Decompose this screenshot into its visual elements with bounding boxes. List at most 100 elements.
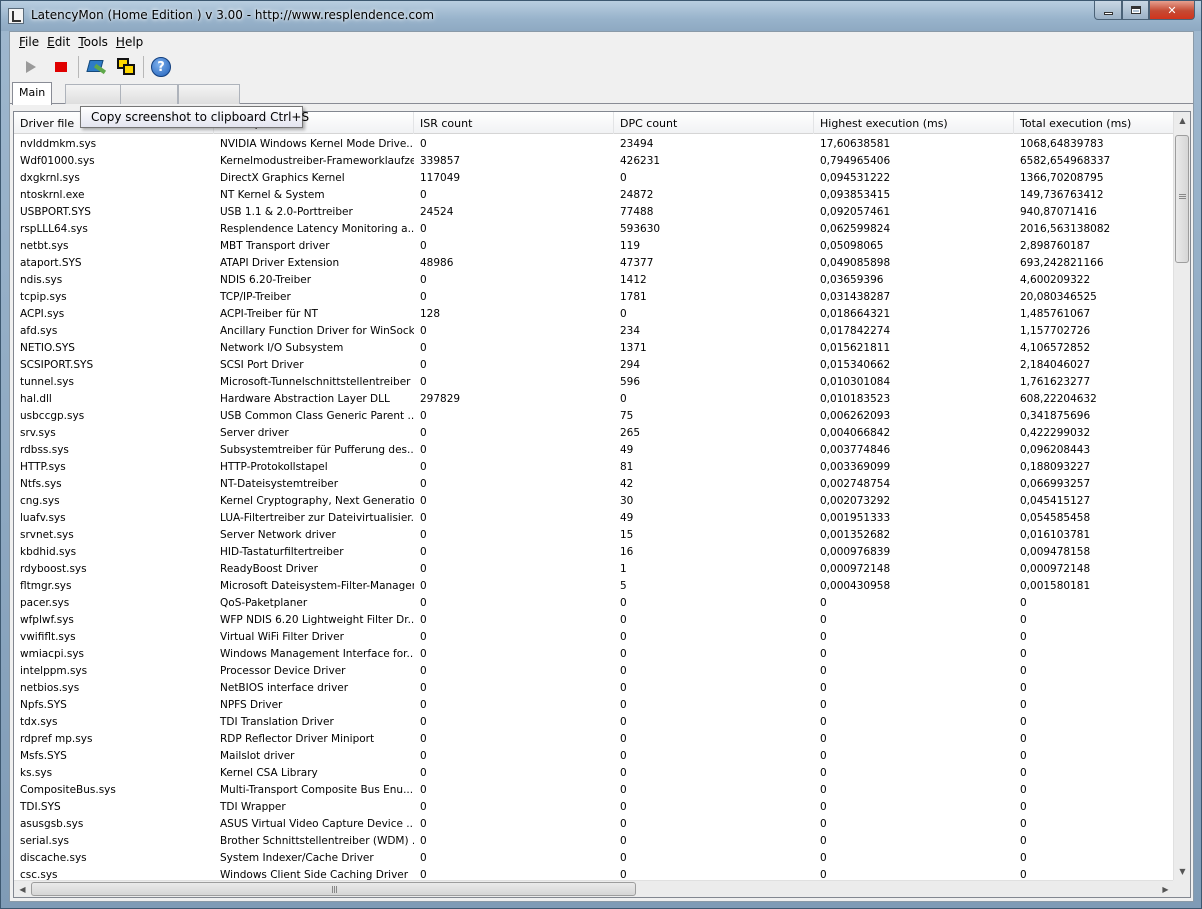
table-row[interactable]: ndis.sys NDIS 6.20-Treiber 0 1412 0,03659396… (14, 271, 1174, 288)
table-row[interactable]: Ntfs.sys NT-Dateisystemtreiber 0 42 0,002748… (14, 475, 1174, 492)
cell-dpc-count: 0 (620, 393, 627, 405)
toolbar: ? (10, 53, 1193, 81)
maximize-button[interactable] (1122, 1, 1149, 20)
cell-dpc-count: 0 (620, 597, 627, 609)
column-header-highest-execution[interactable]: Highest execution (ms) (814, 112, 1014, 134)
table-row[interactable]: kbdhid.sys HID-Tastaturfiltertreiber 0 16 0,… (14, 543, 1174, 560)
cell-driver-file: tdx.sys (20, 716, 58, 728)
cell-isr-count: 0 (420, 563, 427, 575)
table-row[interactable]: hal.dll Hardware Abstraction Layer DLL 297… (14, 390, 1174, 407)
cell-isr-count: 0 (420, 580, 427, 592)
table-row[interactable]: rdyboost.sys ReadyBoost Driver 0 1 0,0009721… (14, 560, 1174, 577)
scroll-up-icon[interactable]: ▲ (1174, 112, 1190, 129)
table-row[interactable]: vwififlt.sys Virtual WiFi Filter Driver 0 0… (14, 628, 1174, 645)
cell-highest-execution: 0,000972148 (820, 563, 891, 575)
table-row[interactable]: intelppm.sys Processor Device Driver 0 0 0 0 (14, 662, 1174, 679)
cell-highest-execution: 0 (820, 716, 827, 728)
menu-tools[interactable]: Tools (74, 32, 112, 52)
copy-screenshot-button[interactable] (113, 54, 139, 80)
start-button[interactable] (18, 54, 44, 80)
table-row[interactable]: srvnet.sys Server Network driver 0 15 0,0013… (14, 526, 1174, 543)
table-row[interactable]: serial.sys Brother Schnittstellentreiber … (14, 832, 1174, 849)
tab-processes[interactable] (120, 84, 178, 104)
cell-dpc-count: 16 (620, 546, 634, 558)
cell-driver-file: TDI.SYS (20, 801, 61, 813)
table-row[interactable]: wfplwf.sys WFP NDIS 6.20 Lightweight Filt… (14, 611, 1174, 628)
table-row[interactable]: pacer.sys QoS-Paketplaner 0 0 0 0 (14, 594, 1174, 611)
cell-highest-execution: 0,094531222 (820, 172, 891, 184)
tab-stats[interactable] (65, 84, 125, 104)
table-row[interactable]: ACPI.sys ACPI-Treiber für NT 128 0 0,0186643… (14, 305, 1174, 322)
stop-button[interactable] (48, 54, 74, 80)
scroll-right-icon[interactable]: ▶ (1157, 881, 1174, 897)
cell-total-execution: 0,341875696 (1020, 410, 1091, 422)
table-row[interactable]: usbccgp.sys USB Common Class Generic Pare… (14, 407, 1174, 424)
table-row[interactable]: tcpip.sys TCP/IP-Treiber 0 1781 0,031438287 2… (14, 288, 1174, 305)
cell-dpc-count: 0 (620, 733, 627, 745)
table-row[interactable]: afd.sys Ancillary Function Driver for Win… (14, 322, 1174, 339)
cell-dpc-count: 294 (620, 359, 641, 371)
table-row[interactable]: HTTP.sys HTTP-Protokollstapel 0 81 0,0033690… (14, 458, 1174, 475)
horizontal-scrollbar[interactable]: ◀ ▶ (14, 880, 1174, 897)
table-row[interactable]: USBPORT.SYS USB 1.1 & 2.0-Porttreiber 2452… (14, 203, 1174, 220)
tab-main[interactable]: Main (12, 82, 53, 105)
table-row[interactable]: dxgkrnl.sys DirectX Graphics Kernel 117049… (14, 169, 1174, 186)
cell-highest-execution: 0 (820, 767, 827, 779)
cell-description: Microsoft-Tunnelschnittstellentreiber (220, 376, 411, 388)
table-row[interactable]: Wdf01000.sys Kernelmodustreiber-Framework… (14, 152, 1174, 169)
cell-highest-execution: 0 (820, 784, 827, 796)
table-row[interactable]: ntoskrnl.exe NT Kernel & System 0 24872 0,09… (14, 186, 1174, 203)
tab-drivers[interactable] (178, 84, 240, 104)
help-button[interactable]: ? (148, 54, 174, 80)
table-row[interactable]: luafv.sys LUA-Filtertreiber zur Dateivirt… (14, 509, 1174, 526)
table-row[interactable]: netbios.sys NetBIOS interface driver 0 0 0 0 (14, 679, 1174, 696)
table-row[interactable]: fltmgr.sys Microsoft Dateisystem-Filter-M… (14, 577, 1174, 594)
table-row[interactable]: asusgsb.sys ASUS Virtual Video Capture De… (14, 815, 1174, 832)
table-row[interactable]: Msfs.SYS Mailslot driver 0 0 0 0 (14, 747, 1174, 764)
app-icon[interactable] (8, 8, 24, 24)
table-row[interactable]: cng.sys Kernel Cryptography, Next Generat… (14, 492, 1174, 509)
column-header-dpc-count[interactable]: DPC count (614, 112, 814, 134)
cell-driver-file: pacer.sys (20, 597, 70, 609)
table-row[interactable]: discache.sys System Indexer/Cache Driver 0… (14, 849, 1174, 866)
scroll-down-icon[interactable]: ▼ (1174, 863, 1190, 880)
vertical-scroll-thumb[interactable] (1175, 135, 1189, 263)
close-button[interactable]: ✕ (1149, 1, 1195, 20)
minimize-button[interactable] (1094, 1, 1122, 20)
tools-button[interactable] (83, 54, 109, 80)
menu-file[interactable]: File (15, 32, 43, 52)
cell-highest-execution: 0 (820, 869, 827, 880)
table-row[interactable]: SCSIPORT.SYS SCSI Port Driver 0 294 0,015340… (14, 356, 1174, 373)
table-row[interactable]: TDI.SYS TDI Wrapper 0 0 0 0 (14, 798, 1174, 815)
table-row[interactable]: ks.sys Kernel CSA Library 0 0 0 0 (14, 764, 1174, 781)
menu-edit[interactable]: Edit (43, 32, 74, 52)
cell-description: WFP NDIS 6.20 Lightweight Filter Dr... (220, 614, 414, 626)
table-row[interactable]: tdx.sys TDI Translation Driver 0 0 0 0 (14, 713, 1174, 730)
cell-driver-file: Msfs.SYS (20, 750, 67, 762)
table-row[interactable]: csc.sys Windows Client Side Caching Drive… (14, 866, 1174, 880)
cell-description: RDP Reflector Driver Miniport (220, 733, 375, 745)
table-row[interactable]: nvlddmkm.sys NVIDIA Windows Kernel Mode D… (14, 135, 1174, 152)
table-row[interactable]: wmiacpi.sys Windows Management Interface … (14, 645, 1174, 662)
scroll-left-icon[interactable]: ◀ (14, 881, 31, 897)
title-bar[interactable]: LatencyMon (Home Edition ) v 3.00 - http… (1, 1, 1201, 31)
table-row[interactable]: rdpref mp.sys RDP Reflector Driver Minipo… (14, 730, 1174, 747)
table-row[interactable]: ataport.SYS ATAPI Driver Extension 48986 47… (14, 254, 1174, 271)
table-row[interactable]: rdbss.sys Subsystemtreiber für Pufferung … (14, 441, 1174, 458)
cell-total-execution: 0,000972148 (1020, 563, 1091, 575)
table-row[interactable]: CompositeBus.sys Multi-Transport Composit… (14, 781, 1174, 798)
drivers-table[interactable]: Driver file Description ISR count DPC co… (13, 111, 1191, 898)
table-row[interactable]: tunnel.sys Microsoft-Tunnelschnittstellen… (14, 373, 1174, 390)
cell-dpc-count: 0 (620, 835, 627, 847)
column-header-total-execution[interactable]: Total execution (ms) (1014, 112, 1174, 134)
cell-total-execution: 0,066993257 (1020, 478, 1091, 490)
table-row[interactable]: Npfs.SYS NPFS Driver 0 0 0 0 (14, 696, 1174, 713)
vertical-scrollbar[interactable]: ▲ ▼ (1173, 112, 1190, 880)
column-header-isr-count[interactable]: ISR count (414, 112, 614, 134)
table-row[interactable]: NETIO.SYS Network I/O Subsystem 0 1371 0,015… (14, 339, 1174, 356)
table-row[interactable]: rspLLL64.sys Resplendence Latency Monitor… (14, 220, 1174, 237)
menu-help[interactable]: Help (112, 32, 147, 52)
horizontal-scroll-thumb[interactable] (31, 882, 636, 896)
table-row[interactable]: srv.sys Server driver 0 265 0,004066842 0,422… (14, 424, 1174, 441)
table-row[interactable]: netbt.sys MBT Transport driver 0 119 0,05098… (14, 237, 1174, 254)
